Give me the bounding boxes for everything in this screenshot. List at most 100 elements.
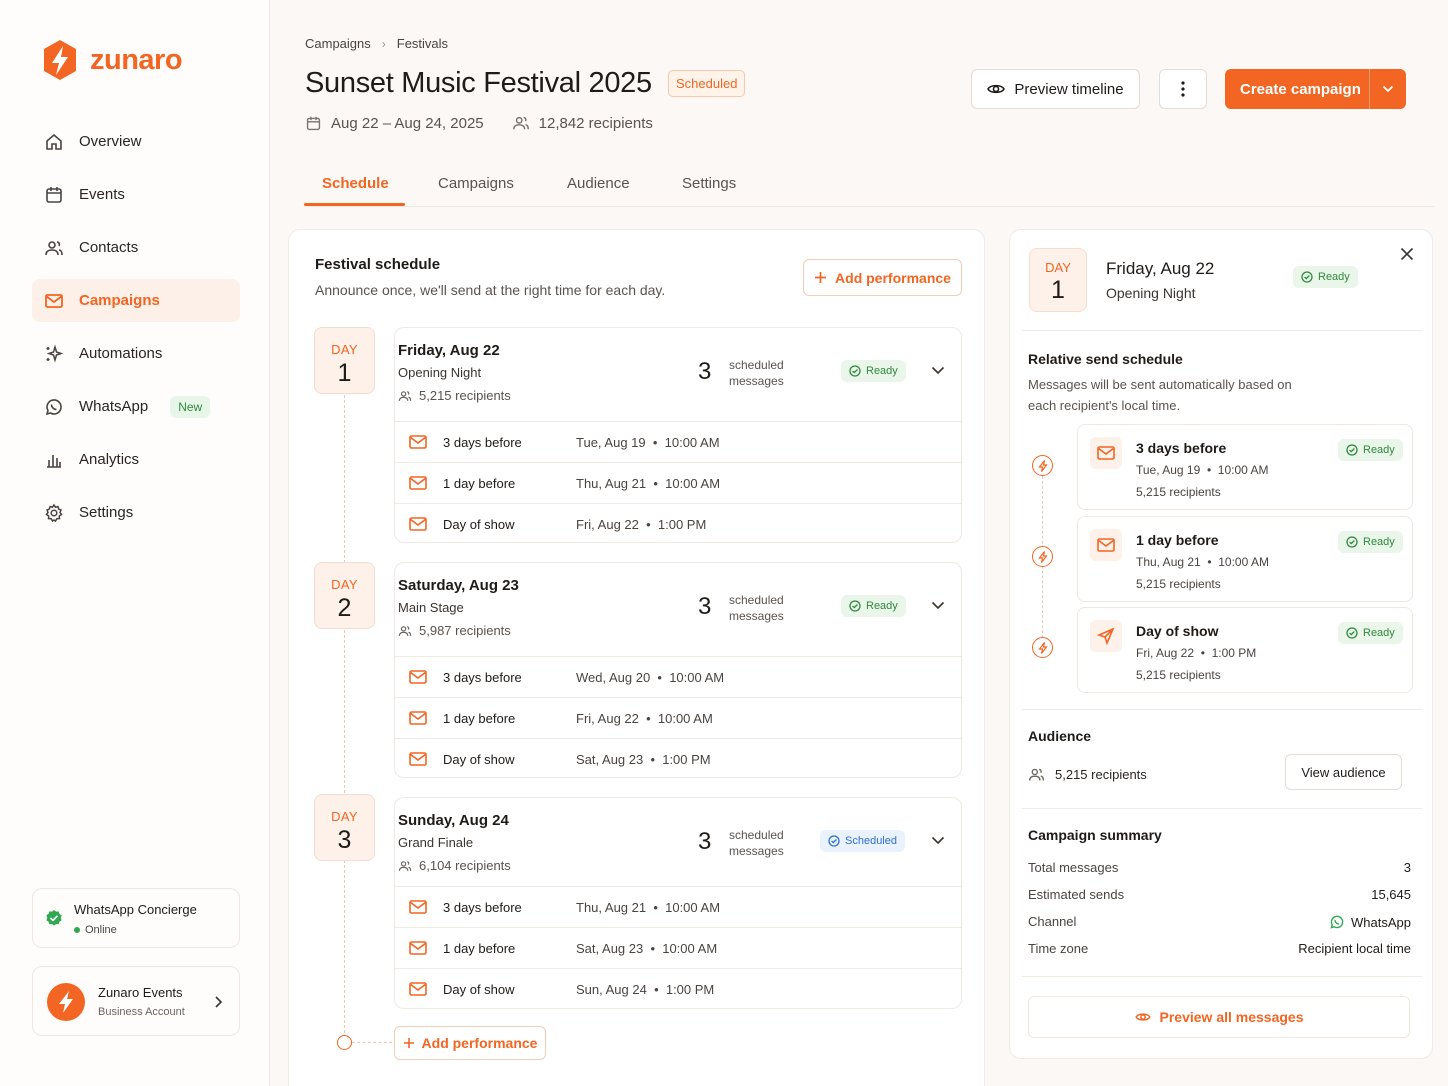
create-campaign-dropdown[interactable] [1370, 85, 1406, 93]
message-row[interactable]: 1 day before Thu, Aug 21 • 10:00 AM [395, 462, 961, 503]
divider [1022, 808, 1422, 809]
sidebar-item-campaigns[interactable]: Campaigns [32, 279, 240, 322]
concierge-status: Online [85, 924, 117, 936]
tab-schedule[interactable]: Schedule [322, 175, 389, 192]
whatsapp-concierge-card[interactable]: WhatsApp Concierge Online [32, 888, 240, 948]
summary-key: Time zone [1028, 941, 1089, 956]
plus-icon [815, 272, 827, 283]
summary-value: 3 [1403, 860, 1411, 875]
day-stage: Main Stage [398, 600, 464, 615]
tab-audience[interactable]: Audience [567, 175, 630, 192]
check-circle-icon [1301, 271, 1313, 283]
sparkle-icon [46, 343, 64, 363]
more-options-button[interactable] [1159, 69, 1207, 109]
mail-icon [409, 476, 427, 490]
message-label: 1 day before [443, 476, 516, 491]
relative-message-card[interactable]: Day of show Fri, Aug 22 • 1:00 PM 5,215 … [1077, 607, 1413, 693]
chevron-down-icon[interactable] [931, 601, 945, 610]
relative-message-recipients: 5,215 recipients [1136, 668, 1221, 682]
summary-key: Estimated sends [1028, 887, 1125, 902]
summary-value: WhatsApp [1329, 914, 1411, 930]
message-count-label: scheduled messages [729, 357, 784, 389]
message-count: 3 [698, 358, 712, 385]
users-icon [398, 625, 412, 636]
message-row[interactable]: 3 days before Tue, Aug 19 • 10:00 AM [395, 421, 961, 462]
divider [1022, 976, 1422, 977]
sidebar-item-overview[interactable]: Overview [32, 120, 240, 163]
plus-icon [403, 1037, 414, 1049]
summary-row: Channel WhatsApp [1028, 914, 1411, 930]
preview-all-messages-button[interactable]: Preview all messages [1028, 996, 1410, 1038]
campaign-dates: Aug 22 – Aug 24, 2025 [331, 114, 484, 132]
message-row[interactable]: 3 days before Wed, Aug 20 • 10:00 AM [395, 656, 961, 697]
account-switcher[interactable]: Zunaro Events Business Account [32, 966, 240, 1036]
eye-icon [987, 84, 1006, 94]
eye-icon [1134, 1013, 1151, 1021]
new-badge: New [170, 395, 211, 418]
day-detail-panel: DAY 1 Friday, Aug 22 Opening Night Ready… [1009, 229, 1433, 1059]
check-circle-icon [1346, 444, 1358, 456]
add-performance-bottom-button[interactable]: Add performance [394, 1026, 546, 1060]
sidebar-item-events[interactable]: Events [32, 173, 240, 216]
day-stage: Opening Night [398, 365, 482, 380]
close-icon[interactable] [1400, 247, 1414, 261]
bar-chart-icon [47, 454, 61, 468]
sidebar-item-automations[interactable]: Automations [32, 332, 240, 375]
sidebar-item-settings[interactable]: Settings [32, 491, 240, 534]
breadcrumb-item-festivals[interactable]: Festivals [397, 36, 448, 51]
whatsapp-icon [1330, 915, 1344, 929]
message-row[interactable]: Day of show Sun, Aug 24 • 1:00 PM [395, 968, 961, 1009]
sidebar-item-analytics[interactable]: Analytics [32, 438, 240, 481]
channel-value: WhatsApp [1351, 914, 1411, 930]
message-label: 3 days before [443, 435, 522, 450]
add-performance-label: Add performance [835, 269, 951, 286]
sidebar-nav: Overview Events Contacts Campaigns Autom… [32, 120, 240, 544]
count-label-line2: messages [729, 374, 784, 388]
calendar-icon [306, 116, 321, 130]
message-time: Thu, Aug 21 • 10:00 AM [576, 900, 721, 915]
summary-value: 15,645 [1371, 887, 1411, 902]
campaign-meta: Aug 22 – Aug 24, 2025 12,842 recipients [305, 114, 653, 132]
summary-key: Total messages [1028, 860, 1119, 875]
status-badge: Ready [1338, 531, 1403, 553]
message-row[interactable]: 3 days before Thu, Aug 21 • 10:00 AM [395, 886, 961, 927]
status-badge: Ready [1338, 622, 1403, 644]
add-performance-label: Add performance [421, 1035, 538, 1051]
concierge-title: WhatsApp Concierge [74, 902, 197, 917]
message-row[interactable]: Day of show Sat, Aug 23 • 1:00 PM [395, 738, 961, 779]
create-campaign-button[interactable]: Create campaign [1225, 69, 1406, 109]
relative-message-time: Fri, Aug 22 • 1:00 PM [1136, 646, 1257, 660]
day-card[interactable]: Friday, Aug 22 Opening Night 5,215 recip… [394, 327, 962, 543]
chevron-down-icon[interactable] [931, 836, 945, 845]
message-list: 3 days before Thu, Aug 21 • 10:00 AM 1 d… [395, 886, 961, 1009]
tab-campaigns[interactable]: Campaigns [438, 175, 514, 192]
relative-message-card[interactable]: 3 days before Tue, Aug 19 • 10:00 AM 5,2… [1077, 424, 1413, 510]
relative-message-card[interactable]: 1 day before Thu, Aug 21 • 10:00 AM 5,21… [1077, 516, 1413, 602]
sidebar-item-contacts[interactable]: Contacts [32, 226, 240, 269]
timeline-end-node [337, 1035, 352, 1050]
summary-row: Time zone Recipient local time [1028, 941, 1411, 956]
status-label: Ready [1363, 444, 1395, 456]
preview-timeline-button[interactable]: Preview timeline [971, 69, 1140, 109]
chevron-down-icon[interactable] [931, 366, 945, 375]
status-badge: Ready [841, 595, 906, 617]
add-performance-button[interactable]: Add performance [803, 259, 962, 296]
day-card[interactable]: Saturday, Aug 23 Main Stage 5,987 recipi… [394, 562, 962, 778]
more-vertical-icon [1181, 81, 1185, 97]
day-card[interactable]: Sunday, Aug 24 Grand Finale 6,104 recipi… [394, 797, 962, 1009]
message-row[interactable]: 1 day before Sat, Aug 23 • 10:00 AM [395, 927, 961, 968]
sidebar-item-whatsapp[interactable]: WhatsApp New [32, 385, 240, 428]
view-audience-button[interactable]: View audience [1285, 754, 1402, 790]
message-list: 3 days before Wed, Aug 20 • 10:00 AM 1 d… [395, 656, 961, 779]
message-count-label: scheduled messages [729, 827, 784, 859]
brand-logo[interactable]: zunaro [40, 38, 183, 82]
check-circle-icon [849, 600, 861, 612]
breadcrumb-item-campaigns[interactable]: Campaigns [305, 36, 371, 51]
status-badge: Scheduled [820, 830, 905, 852]
verified-check-icon [46, 910, 62, 926]
message-row[interactable]: Day of show Fri, Aug 22 • 1:00 PM [395, 503, 961, 544]
tab-settings[interactable]: Settings [682, 175, 736, 192]
message-row[interactable]: 1 day before Fri, Aug 22 • 10:00 AM [395, 697, 961, 738]
check-circle-icon [828, 835, 840, 847]
recipients-count: 5,987 recipients [419, 623, 511, 638]
